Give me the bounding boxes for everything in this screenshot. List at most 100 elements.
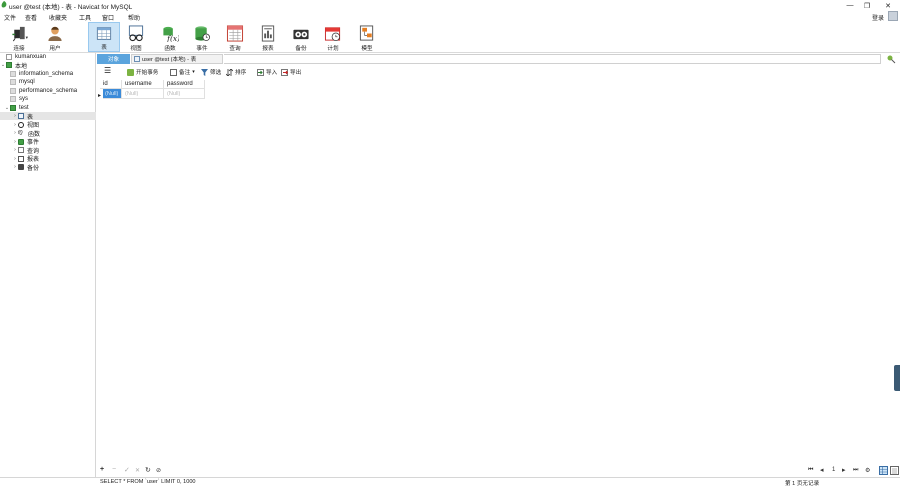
side-panel-handle[interactable] — [894, 365, 900, 391]
form-view-icon[interactable] — [890, 466, 899, 475]
model-label: 模型 — [361, 46, 373, 52]
query-label: 查询 — [229, 46, 241, 52]
import-icon — [257, 68, 264, 76]
discard-changes-button[interactable]: ✕ — [135, 467, 140, 474]
schedule-icon — [324, 27, 341, 41]
table-cell-id[interactable]: (Null) — [103, 89, 122, 99]
refresh-button[interactable]: ↻ — [145, 466, 151, 474]
tree-item-backups[interactable]: › 备份 — [0, 163, 96, 172]
tab-strip-fill — [224, 54, 881, 64]
database-icon — [10, 87, 16, 94]
export-button[interactable]: 导出 — [281, 68, 301, 76]
maximize-button[interactable]: ❐ — [857, 0, 877, 11]
connection-button[interactable]: ▾ 连接 — [5, 22, 33, 52]
database-icon — [10, 79, 16, 85]
last-page-button[interactable]: ⏭ — [853, 467, 858, 474]
tree-root-label: kumanxuan — [15, 54, 47, 60]
chevron-down-icon[interactable]: ▾ — [192, 69, 195, 75]
export-icon — [281, 68, 288, 76]
tree-db-mysql[interactable]: mysql — [0, 78, 96, 86]
user-icon — [48, 26, 62, 42]
tree-item-tables[interactable]: › 表 — [0, 112, 96, 121]
report-button[interactable]: 报表 — [255, 22, 281, 52]
begin-transaction-button[interactable]: 开始事务 — [127, 68, 158, 76]
connection-icon: ▾ — [12, 26, 28, 42]
tab-user-table[interactable]: user @test (本地) - 表 — [131, 54, 223, 64]
export-label: 导出 — [290, 70, 302, 76]
svg-text:▾: ▾ — [26, 36, 28, 41]
table-cell-password[interactable]: (Null) — [164, 89, 205, 99]
tree-item-queries[interactable]: › 查询 — [0, 146, 96, 155]
tree-db-sys[interactable]: sys — [0, 95, 96, 103]
next-page-button[interactable]: ▸ — [842, 466, 846, 474]
filter-button[interactable]: 筛选 — [201, 68, 221, 76]
function-icon: f(x) — [163, 26, 179, 42]
note-label: 备注 — [179, 70, 191, 76]
backup-icon — [293, 29, 309, 40]
sort-icon — [226, 68, 233, 76]
menu-window[interactable]: 窗口 — [102, 13, 114, 22]
settings-gear-icon[interactable]: ⚙ — [865, 467, 870, 474]
tree-connection[interactable]: ⌄ 本地 — [0, 61, 96, 70]
table-icon — [18, 113, 24, 119]
login-link[interactable]: 登录 — [872, 13, 884, 22]
event-icon — [195, 26, 210, 41]
menu-help[interactable]: 帮助 — [128, 13, 140, 22]
tree-db-performance-schema[interactable]: performance_schema — [0, 87, 96, 95]
column-header-id[interactable]: id — [100, 80, 122, 89]
menu-favorites[interactable]: 收藏夹 — [49, 13, 67, 22]
tab-objects[interactable]: 对象 — [97, 54, 130, 64]
tree-db-label: mysql — [19, 79, 35, 85]
user-button[interactable]: 用户 — [42, 22, 68, 52]
first-page-button[interactable]: ⏮ — [808, 467, 813, 474]
tree-db-information-schema[interactable]: information_schema — [0, 70, 96, 78]
navigation-tree: kumanxuan ⌄ 本地 information_schema mysql … — [0, 53, 96, 489]
view-icon — [128, 25, 144, 42]
model-button[interactable]: 模型 — [354, 22, 380, 52]
stop-button[interactable]: ⊘ — [156, 467, 161, 474]
menu-view[interactable]: 查看 — [25, 13, 37, 22]
backup-button[interactable]: 备份 — [288, 22, 314, 52]
close-button[interactable]: ✕ — [878, 0, 898, 11]
tree-db-test[interactable]: ⌄ test — [0, 104, 96, 112]
column-header-username[interactable]: username — [122, 80, 164, 89]
tree-item-reports[interactable]: › 报表 — [0, 155, 96, 163]
tree-db-label: performance_schema — [19, 87, 78, 94]
menu-file[interactable]: 文件 — [4, 13, 16, 22]
function-button[interactable]: f(x) 函数 — [157, 22, 183, 52]
table-button[interactable]: 表 — [88, 22, 120, 52]
page-number[interactable]: 1 — [832, 467, 835, 473]
event-label: 事件 — [196, 46, 208, 52]
sort-button[interactable]: 排序 — [226, 68, 246, 76]
query-button[interactable]: 查询 — [222, 22, 248, 52]
model-icon — [359, 25, 374, 41]
column-header-password[interactable]: password — [164, 80, 205, 89]
grid-view-icon[interactable] — [879, 466, 888, 475]
menu-tools[interactable]: 工具 — [79, 13, 91, 22]
avatar[interactable] — [888, 11, 898, 21]
schedule-label: 计划 — [327, 46, 339, 52]
current-row-marker-icon: ▸ — [98, 93, 102, 99]
import-button[interactable]: 导入 — [257, 68, 277, 76]
pin-icon[interactable] — [886, 54, 896, 64]
note-button[interactable]: 备注 ▾ — [170, 68, 195, 76]
tree-item-events[interactable]: › 事件 — [0, 138, 96, 146]
page-info: 第 1 页无记录 — [785, 481, 820, 487]
tree-item-functions[interactable]: › f() 函数 — [0, 129, 96, 138]
transaction-icon — [127, 68, 134, 76]
delete-record-button[interactable]: − — [112, 466, 116, 473]
add-record-button[interactable]: + — [100, 466, 104, 473]
report-icon — [261, 25, 275, 42]
schedule-button[interactable]: 计划 — [320, 22, 346, 52]
event-icon — [18, 138, 24, 145]
table-cell-username[interactable]: (Null) — [122, 89, 164, 99]
tree-item-label: 备份 — [27, 165, 40, 172]
menu-icon[interactable]: ☰ — [104, 66, 111, 75]
event-button[interactable]: 事件 — [189, 22, 215, 52]
title-bar: user @test (本地) - 表 - Navicat for MySQL … — [0, 0, 900, 11]
tree-item-views[interactable]: › 视图 — [0, 121, 96, 129]
query-icon — [18, 147, 24, 153]
prev-page-button[interactable]: ◂ — [820, 466, 824, 474]
view-button[interactable]: 视图 — [123, 22, 149, 52]
apply-changes-button[interactable]: ✓ — [124, 466, 130, 474]
